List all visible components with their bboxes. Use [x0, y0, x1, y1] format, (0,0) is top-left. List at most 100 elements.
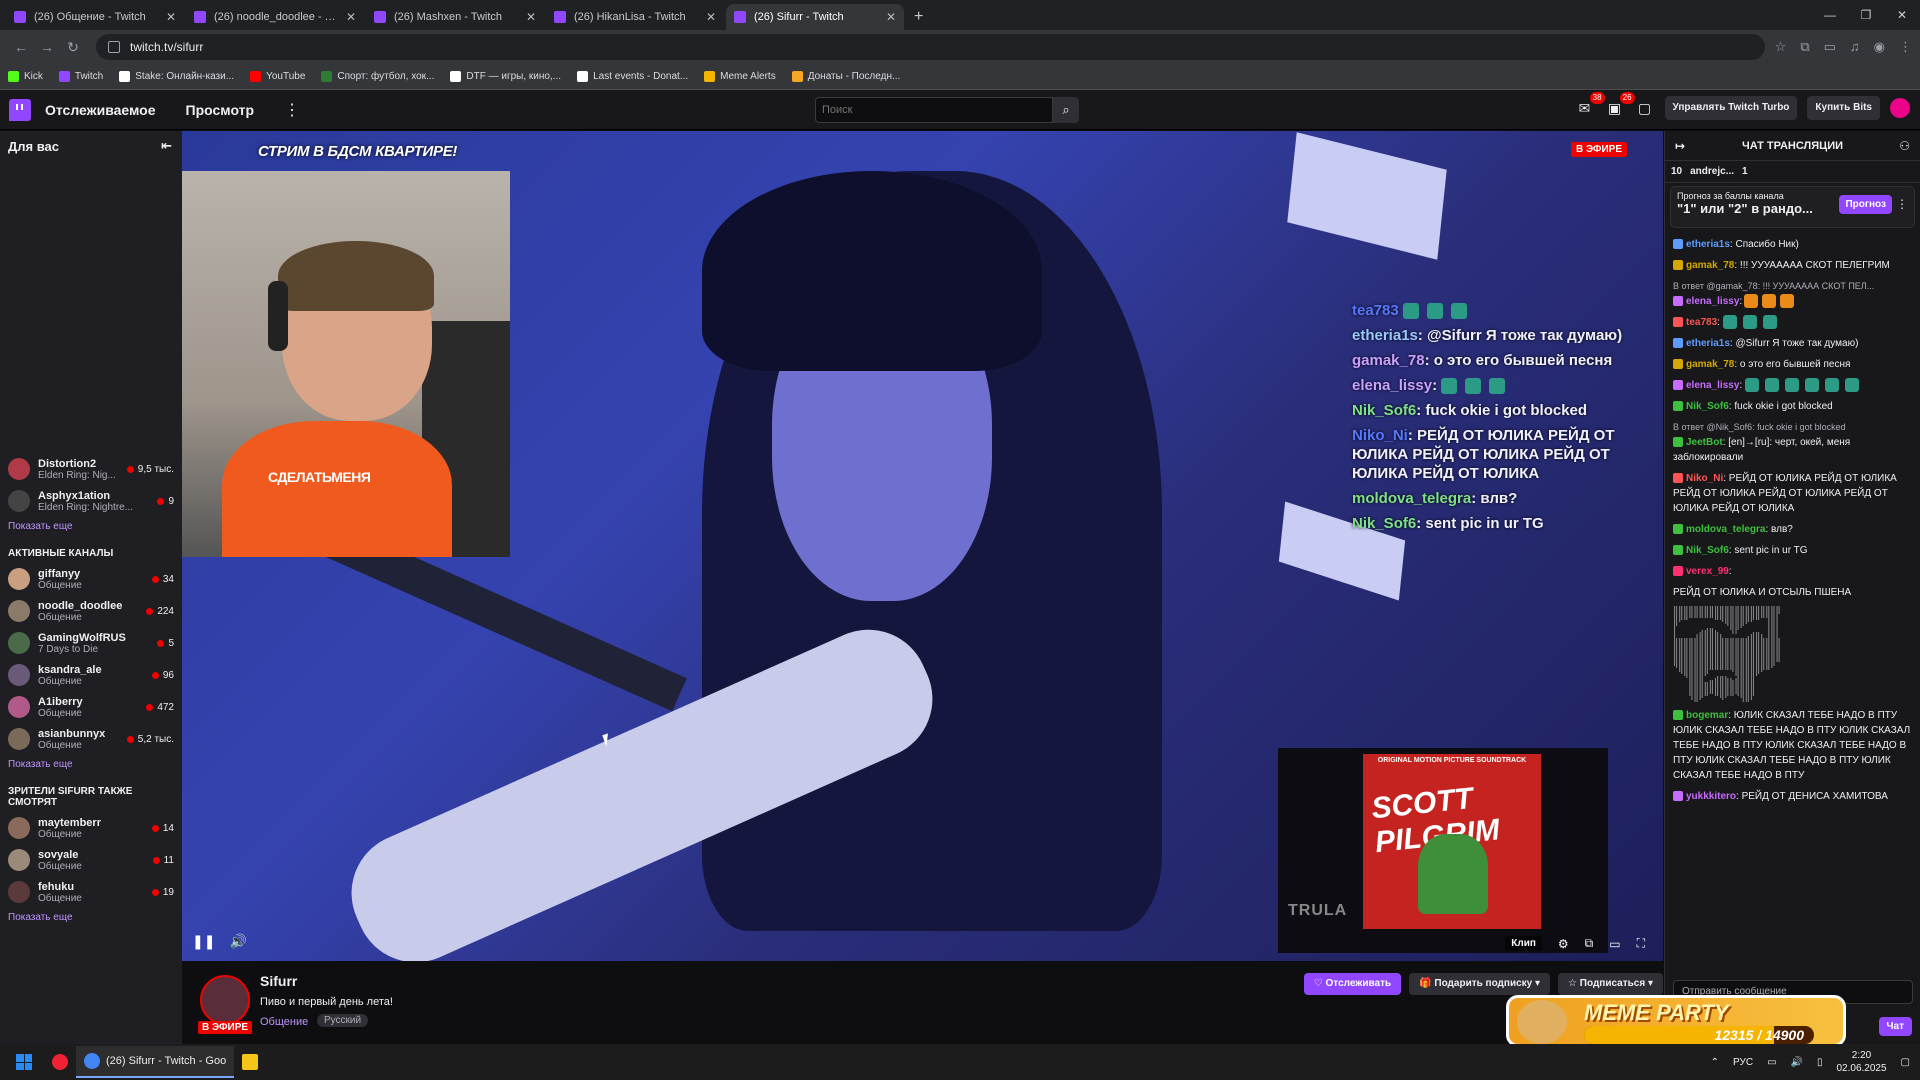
chat-username[interactable]: tea783: [1686, 317, 1717, 328]
chat-username[interactable]: moldova_telegra: [1686, 524, 1765, 535]
bookmark-item[interactable]: Донаты - Последн...: [791, 71, 900, 82]
battery-icon[interactable]: ▯: [1817, 1057, 1823, 1068]
prediction-button[interactable]: Прогноз: [1839, 195, 1892, 214]
volume-tray-icon[interactable]: 🔊: [1791, 1057, 1803, 1068]
more-icon[interactable]: ⋮: [284, 100, 300, 120]
chat-message[interactable]: РЕЙД ОТ ЮЛИКА И ОТСЫЛЬ ПШЕНА: [1673, 585, 1912, 600]
tab-close-icon[interactable]: ✕: [886, 10, 896, 24]
collapse-sidebar-icon[interactable]: ⇤: [161, 138, 172, 154]
fullscreen-icon[interactable]: ⛶: [1637, 936, 1645, 951]
media-icon[interactable]: ♫: [1850, 39, 1860, 55]
chat-message[interactable]: etheria1s: Спасибо Ник): [1673, 237, 1912, 252]
chat-username[interactable]: elena_lissy: [1686, 380, 1739, 391]
taskbar-yandex[interactable]: [44, 1046, 76, 1078]
chat-username[interactable]: verex_99: [1686, 566, 1729, 577]
chat-username[interactable]: Nik_Sof6: [1686, 545, 1729, 556]
community-icon[interactable]: ⚇: [1899, 139, 1910, 153]
sidebar-channel[interactable]: fehuku Общение 19: [0, 876, 182, 908]
network-icon[interactable]: ▭: [1767, 1057, 1776, 1068]
show-more-link[interactable]: Показать еще: [0, 517, 182, 540]
chat-message[interactable]: В ответ @Nik_Sof6: fuck okie i got block…: [1673, 420, 1912, 465]
chat-username[interactable]: gamak_78: [1686, 359, 1734, 370]
collapse-chat-icon[interactable]: ↦: [1675, 139, 1685, 153]
browser-tab[interactable]: (26) noodle_doodlee - Twitch ✕: [186, 4, 364, 30]
bookmark-item[interactable]: DTF — игры, кино,...: [450, 71, 561, 82]
search-input[interactable]: [815, 97, 1053, 123]
bookmark-item[interactable]: Stake: Онлайн-кази...: [119, 71, 234, 82]
bookmark-item[interactable]: Спорт: футбол, хок...: [321, 71, 434, 82]
channel-name[interactable]: Sifurr: [260, 973, 297, 989]
chat-message[interactable]: etheria1s: @Sifurr Я тоже так думаю): [1673, 336, 1912, 351]
bookmark-item[interactable]: Kick: [8, 71, 43, 82]
browser-tab[interactable]: (26) Общение - Twitch ✕: [6, 4, 184, 30]
chat-username[interactable]: gamak_78: [1686, 260, 1734, 271]
chat-username[interactable]: Niko_Ni: [1686, 473, 1723, 484]
clip-button[interactable]: Клип: [1505, 936, 1542, 951]
sidebar-channel[interactable]: ksandra_ale Общение 96: [0, 659, 182, 691]
chat-send-button[interactable]: Чат: [1878, 1017, 1912, 1036]
bookmark-item[interactable]: Meme Alerts: [704, 71, 776, 82]
volume-icon[interactable]: 🔊: [229, 933, 246, 950]
show-more-link-3[interactable]: Показать еще: [0, 908, 182, 931]
chat-username[interactable]: Nik_Sof6: [1686, 401, 1729, 412]
chat-message[interactable]: moldova_telegra: влв?: [1673, 522, 1912, 537]
sidebar-channel[interactable]: maytemberr Общение 14: [0, 812, 182, 844]
forward-icon[interactable]: →: [34, 39, 60, 55]
chat-username[interactable]: elena_lissy: [1686, 296, 1739, 307]
chat-username[interactable]: yukkkitero: [1686, 791, 1736, 802]
channel-avatar[interactable]: [200, 975, 250, 1025]
browser-tab[interactable]: (26) Sifurr - Twitch ✕: [726, 4, 904, 30]
mini-player-icon[interactable]: ⧉: [1585, 936, 1594, 951]
stream-tag[interactable]: Русский: [317, 1014, 369, 1027]
tab-close-icon[interactable]: ✕: [166, 10, 176, 24]
sidebar-channel[interactable]: A1iberry Общение 472: [0, 691, 182, 723]
sidebar-channel[interactable]: noodle_doodlee Общение 224: [0, 595, 182, 627]
show-more-link-2[interactable]: Показать еще: [0, 755, 182, 778]
chat-message[interactable]: bogemar: ЮЛИК СКАЗАЛ ТЕБЕ НАДО В ПТУ ЮЛИ…: [1673, 708, 1912, 783]
restore-icon[interactable]: ❐: [1848, 0, 1884, 30]
subscribe-button[interactable]: ☆ Подписаться ▾: [1558, 973, 1663, 995]
sidebar-channel[interactable]: sovyale Общение 11: [0, 844, 182, 876]
chat-message[interactable]: В ответ @gamak_78: !!! УУУААААА СКОТ ПЕЛ…: [1673, 279, 1912, 309]
chat-username[interactable]: etheria1s: [1686, 239, 1730, 250]
tab-close-icon[interactable]: ✕: [526, 10, 536, 24]
minimize-icon[interactable]: —: [1812, 0, 1848, 30]
nav-browse[interactable]: Просмотр: [186, 102, 255, 118]
browser-tab[interactable]: (26) HikanLisa - Twitch ✕: [546, 4, 724, 30]
bookmark-item[interactable]: YouTube: [250, 71, 305, 82]
settings-icon[interactable]: ⚙: [1558, 937, 1569, 951]
buy-bits-button[interactable]: Купить Bits: [1807, 96, 1880, 120]
user-avatar[interactable]: [1890, 98, 1910, 118]
windows-start-icon[interactable]: [16, 1054, 32, 1070]
nav-following[interactable]: Отслеживаемое: [45, 102, 156, 118]
menu-icon[interactable]: ⋮: [1899, 39, 1912, 55]
reload-icon[interactable]: ↻: [60, 39, 86, 56]
browser-tab[interactable]: (26) Mashxen - Twitch ✕: [366, 4, 544, 30]
inbox-icon[interactable]: ✉ 38: [1575, 92, 1605, 118]
leaderboard-user[interactable]: andrejc...: [1690, 166, 1734, 177]
url-field[interactable]: twitch.tv/sifurr: [96, 34, 1765, 60]
chat-message[interactable]: elena_lissy:: [1673, 378, 1912, 393]
side-panel-icon[interactable]: ▭: [1824, 39, 1836, 55]
tray-chevron-icon[interactable]: ⌃: [1711, 1057, 1719, 1068]
chat-username[interactable]: bogemar: [1686, 710, 1728, 721]
chat-message[interactable]: gamak_78: о это его бывшей песня: [1673, 357, 1912, 372]
prediction-more-icon[interactable]: ⋮: [1896, 197, 1908, 211]
taskbar-explorer[interactable]: [234, 1046, 266, 1078]
chat-message[interactable]: verex_99:: [1673, 564, 1912, 579]
chat-message[interactable]: Niko_Ni: РЕЙД ОТ ЮЛИКА РЕЙД ОТ ЮЛИКА РЕЙ…: [1673, 471, 1912, 516]
whispers-icon[interactable]: ▢: [1635, 98, 1655, 118]
new-tab-icon[interactable]: +: [906, 4, 931, 30]
chat-message[interactable]: Nik_Sof6: fuck okie i got blocked: [1673, 399, 1912, 414]
chat-username[interactable]: JeetBot: [1686, 437, 1723, 448]
site-info-icon[interactable]: [108, 41, 120, 53]
chat-message[interactable]: tea783:: [1673, 315, 1912, 330]
chat-message[interactable]: Nik_Sof6: sent pic in ur TG: [1673, 543, 1912, 558]
sidebar-channel[interactable]: asianbunnyx Общение 5,2 тыс.: [0, 723, 182, 755]
theatre-mode-icon[interactable]: ▭: [1609, 937, 1620, 951]
turbo-button[interactable]: Управлять Twitch Turbo: [1664, 96, 1798, 120]
clock[interactable]: 2:20 02.06.2025: [1836, 1049, 1886, 1075]
bookmark-star-icon[interactable]: ☆: [1775, 39, 1787, 55]
chat-message[interactable]: gamak_78: !!! УУУААААА СКОТ ПЕЛЕГРИМ: [1673, 258, 1912, 273]
taskbar-chrome[interactable]: (26) Sifurr - Twitch - Goo: [76, 1046, 235, 1078]
